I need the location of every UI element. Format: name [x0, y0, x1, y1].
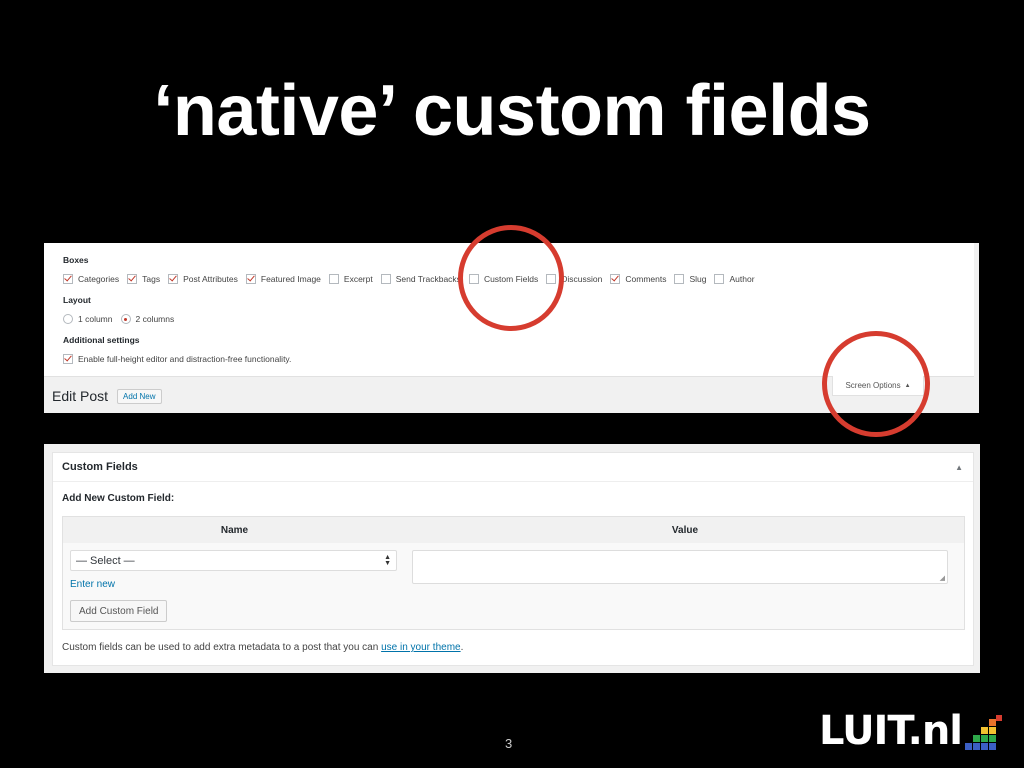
footnote-text: Custom fields can be used to add extra m…: [62, 642, 382, 653]
checkbox-slug[interactable]: [674, 274, 685, 284]
boxes-checkbox-row: Categories Tags Post Attributes Featured Im…: [63, 274, 763, 284]
table-header: Name Value: [63, 517, 964, 543]
custom-field-key-select[interactable]: — Select — ▲ ▼: [70, 550, 397, 571]
box-option-tags[interactable]: Tags: [127, 274, 160, 284]
box-option-categories[interactable]: Categories: [63, 274, 119, 284]
custom-fields-table: Name Value — Select — ▲ ▼ ◢ Enter new Add…: [62, 516, 965, 630]
layout-radio-row: 1 column 2 columns: [63, 314, 182, 324]
boxes-label: Boxes: [63, 255, 89, 265]
additional-settings-row: Enable full-height editor and distractio…: [63, 354, 299, 364]
page-number: 3: [505, 736, 513, 751]
logo-text: LUIT.nl: [819, 708, 963, 754]
checkbox-featured-image[interactable]: [245, 274, 256, 284]
layout-option-1-column[interactable]: 1 column: [63, 314, 113, 324]
add-custom-field-button[interactable]: Add Custom Field: [70, 600, 168, 622]
use-in-your-theme-link[interactable]: use in your theme: [381, 642, 461, 653]
box-option-label: Author: [729, 274, 755, 284]
custom-fields-description: Custom fields can be used to add extra m…: [62, 642, 463, 653]
distraction-free-label: Enable full-height editor and distractio…: [78, 354, 292, 364]
custom-field-value-textarea[interactable]: ◢: [412, 550, 948, 584]
box-option-label: Send Trackbacks: [395, 274, 461, 284]
checkbox-author[interactable]: [714, 274, 725, 284]
checkbox-tags[interactable]: [127, 274, 138, 284]
select-current-value: — Select —: [76, 554, 135, 567]
box-option-label: Discussion: [561, 274, 603, 284]
custom-fields-screenshot: Custom Fields ▲ Add New Custom Field: Na…: [44, 444, 980, 673]
box-option-label: Tags: [142, 274, 161, 284]
resize-handle-icon[interactable]: ◢: [940, 574, 945, 582]
page-title: Edit Post: [52, 388, 109, 404]
slide-title: ‘native’ custom fields: [153, 71, 871, 151]
box-option-label: Categories: [78, 274, 120, 284]
checkbox-categories[interactable]: [63, 274, 73, 284]
distraction-free-option[interactable]: Enable full-height editor and distractio…: [63, 354, 291, 364]
box-option-label: Featured Image: [260, 274, 321, 284]
layout-option-label: 2 columns: [135, 314, 175, 324]
box-option-featured-image[interactable]: Featured Image: [245, 274, 321, 284]
box-option-excerpt[interactable]: Excerpt: [328, 274, 373, 284]
luit-logo: LUIT.nl: [819, 711, 1003, 751]
equalizer-bars-icon: [965, 715, 1003, 750]
box-option-send-trackbacks[interactable]: Send Trackbacks: [380, 274, 461, 284]
triangle-up-icon[interactable]: ▲: [955, 463, 963, 472]
highlight-circle-screen-options: [822, 331, 930, 437]
column-header-value: Value: [671, 524, 699, 536]
enter-new-link[interactable]: Enter new: [70, 579, 115, 590]
box-option-comments[interactable]: Comments: [610, 274, 666, 284]
footnote-end: .: [460, 642, 464, 653]
box-option-author[interactable]: Author: [714, 274, 755, 284]
radio-1-column[interactable]: [63, 314, 73, 324]
edit-post-header: Edit Post Add New: [52, 388, 162, 404]
custom-fields-metabox: Custom Fields ▲ Add New Custom Field: Na…: [52, 452, 974, 666]
checkbox-excerpt[interactable]: [328, 274, 339, 284]
box-option-post-attributes[interactable]: Post Attributes: [168, 274, 238, 284]
checkbox-post-attributes[interactable]: [168, 274, 179, 284]
layout-label: Layout: [63, 295, 91, 305]
box-option-label: Comments: [625, 274, 667, 284]
add-new-button[interactable]: Add New: [117, 388, 162, 404]
box-option-label: Excerpt: [343, 274, 373, 284]
checkbox-send-trackbacks[interactable]: [380, 274, 391, 284]
highlight-circle-custom-fields: [458, 225, 564, 331]
add-new-custom-field-label: Add New Custom Field:: [62, 493, 175, 504]
box-option-label: Post Attributes: [183, 274, 238, 284]
distraction-free-checkbox[interactable]: [63, 354, 73, 364]
additional-settings-label: Additional settings: [63, 335, 140, 345]
layout-option-2-columns[interactable]: 2 columns: [120, 314, 175, 324]
box-option-label: Slug: [689, 274, 707, 284]
updown-arrows-icon: ▲ ▼: [384, 553, 391, 567]
checkbox-comments[interactable]: [610, 274, 621, 284]
metabox-header[interactable]: Custom Fields ▲: [53, 453, 973, 482]
box-option-slug[interactable]: Slug: [674, 274, 706, 284]
radio-2-columns[interactable]: [120, 314, 131, 324]
column-header-name: Name: [220, 524, 249, 536]
metabox-title: Custom Fields: [62, 461, 138, 473]
layout-option-label: 1 column: [78, 314, 113, 324]
